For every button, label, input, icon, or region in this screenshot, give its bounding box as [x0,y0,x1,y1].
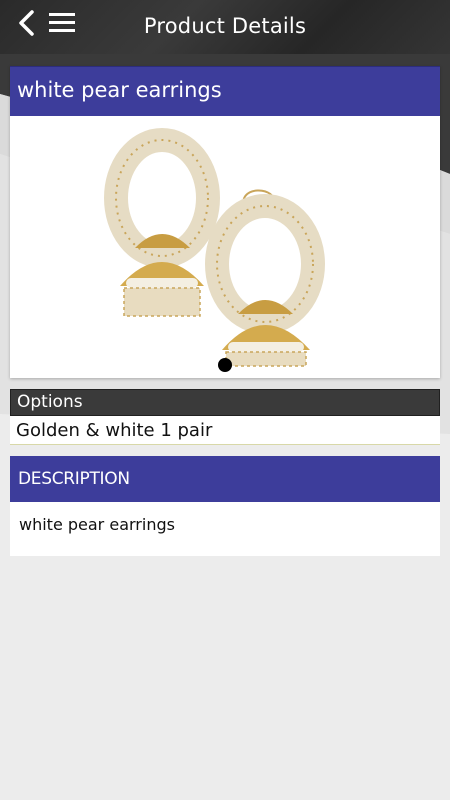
product-title: white pear earrings [17,78,222,102]
description-text: white pear earrings [19,515,175,534]
description-header: DESCRIPTION [10,456,440,502]
carousel-dot-active[interactable] [218,358,232,372]
description-header-label: DESCRIPTION [18,469,130,489]
page-title: Product Details [143,14,307,38]
product-card: white pear earrings [10,66,440,378]
option-item[interactable]: Golden & white 1 pair [10,416,440,445]
top-app-bar: Product Details [0,0,450,54]
product-image[interactable] [100,128,350,368]
options-header: Options [10,389,440,416]
options-label: Options [17,392,83,412]
description-card: DESCRIPTION white pear earrings [10,456,440,556]
option-value: Golden & white 1 pair [16,420,213,441]
product-title-bar: white pear earrings [10,66,440,116]
